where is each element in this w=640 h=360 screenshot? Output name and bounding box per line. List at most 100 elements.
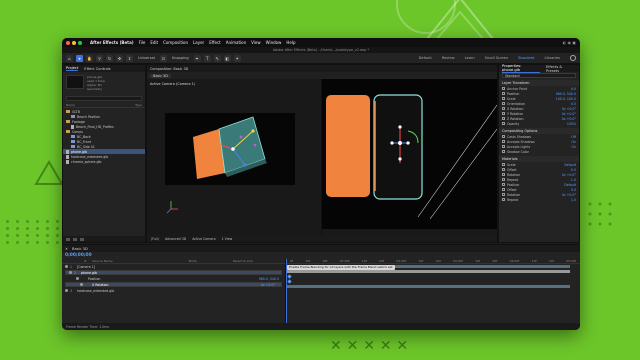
- transform-property-value[interactable]: 100%: [567, 122, 576, 126]
- app-menu[interactable]: After Effects (Beta): [90, 40, 134, 45]
- transform-property-value[interactable]: 0x +0.0°: [562, 107, 576, 111]
- menu-composition[interactable]: Composition: [163, 40, 188, 45]
- dolly-tool-icon[interactable]: ⇕: [126, 54, 133, 62]
- material-property-value[interactable]: 0x +0.0°: [562, 193, 576, 197]
- stopwatch-icon[interactable]: [502, 173, 505, 176]
- stopwatch-icon[interactable]: [502, 198, 505, 201]
- layer-row[interactable]: 1 [Camera 1]: [62, 264, 285, 269]
- column-type[interactable]: Type: [135, 103, 142, 107]
- layer-duration-bar[interactable]: [286, 285, 570, 288]
- top-view[interactable]: Top: [322, 79, 497, 237]
- minimize-window-button[interactable]: [72, 40, 76, 45]
- stamp-tool-icon[interactable]: ◧: [223, 54, 231, 62]
- stopwatch-icon[interactable]: [502, 178, 505, 181]
- transform-property-value[interactable]: 0.0: [571, 87, 576, 91]
- menu-window[interactable]: Window: [266, 40, 282, 45]
- layer-value[interactable]: 960.0, 540.0: [259, 277, 279, 281]
- layer-name[interactable]: [Camera 1]: [77, 265, 95, 269]
- workspace-small-screen[interactable]: Small Screen: [485, 56, 508, 60]
- zoom-window-button[interactable]: [78, 40, 82, 45]
- selection-tool-icon[interactable]: ➤: [76, 54, 83, 62]
- compositing-property-value[interactable]: On: [571, 140, 576, 144]
- menu-view[interactable]: View: [251, 40, 261, 45]
- stopwatch-icon[interactable]: [502, 163, 505, 166]
- stopwatch-icon[interactable]: [502, 117, 505, 120]
- column-parent[interactable]: Parent & Link: [233, 259, 253, 263]
- stopwatch-icon[interactable]: [502, 145, 505, 148]
- column-name[interactable]: Name: [66, 103, 75, 107]
- stopwatch-icon[interactable]: [502, 107, 505, 110]
- stopwatch-icon[interactable]: [502, 135, 505, 138]
- workspace-libraries[interactable]: Libraries: [544, 56, 560, 60]
- material-property-value[interactable]: 0.0: [571, 188, 576, 192]
- layer-row[interactable]: Position 960.0, 540.0: [62, 276, 285, 281]
- layer-value[interactable]: 0x +0.0°: [261, 283, 275, 287]
- timeline-tracks[interactable]: 0f 10f 20f 01:00f 10f 20f 02:00f 10f 20f 03:00f 10…: [286, 259, 580, 323]
- home-icon[interactable]: ⌂: [66, 54, 73, 62]
- stopwatch-icon[interactable]: [502, 150, 505, 153]
- visibility-eye-icon[interactable]: [65, 289, 68, 292]
- tab-effect-controls[interactable]: Effect Controls: [84, 67, 110, 71]
- compositing-property-value[interactable]: On: [571, 145, 576, 149]
- trash-icon[interactable]: [80, 237, 84, 241]
- stopwatch-icon[interactable]: [502, 140, 505, 143]
- layer-name[interactable]: phone.glb: [81, 271, 97, 275]
- material-property-value[interactable]: 0.0: [571, 168, 576, 172]
- new-folder-icon[interactable]: [66, 237, 70, 241]
- stopwatch-icon[interactable]: [502, 168, 505, 171]
- tab-project[interactable]: Project: [66, 66, 79, 71]
- layer-row[interactable]: 3 hardcase_extended.glb: [62, 288, 285, 293]
- pen-tool-icon[interactable]: ✒: [193, 54, 201, 62]
- column-source-name[interactable]: Source Name: [93, 259, 113, 263]
- stopwatch-icon[interactable]: [502, 97, 505, 100]
- comp-breadcrumb[interactable]: Basic 3D: [150, 73, 171, 78]
- tab-timeline-comp[interactable]: Basic 3D: [72, 247, 88, 251]
- material-property-value[interactable]: 1.0: [571, 178, 576, 182]
- tab-composition[interactable]: Composition: Basic 3D: [150, 67, 188, 71]
- stopwatch-icon[interactable]: [502, 193, 505, 196]
- project-search-input[interactable]: [66, 96, 142, 101]
- view-layout-select[interactable]: 1 View: [222, 237, 233, 241]
- menu-help[interactable]: Help: [286, 40, 295, 45]
- material-property-value[interactable]: 1.0: [571, 198, 576, 202]
- visibility-eye-icon[interactable]: [76, 277, 79, 280]
- close-tab-icon[interactable]: ✕: [65, 247, 68, 251]
- transform-property-value[interactable]: 0x +0.0°: [562, 112, 576, 116]
- project-item[interactable]: chrome_sphere.glb: [63, 159, 145, 164]
- visibility-eye-icon[interactable]: [69, 271, 72, 274]
- zoom-select[interactable]: (Full): [151, 237, 159, 241]
- renderer-select[interactable]: Advanced 3D: [165, 237, 186, 241]
- stopwatch-icon[interactable]: [502, 92, 505, 95]
- keyframe-marker[interactable]: [287, 279, 292, 284]
- layer-row[interactable]: 2 phone.glb: [65, 270, 282, 275]
- visibility-eye-icon[interactable]: [65, 265, 68, 268]
- layer-row[interactable]: X Rotation 0x +0.0°: [65, 282, 282, 287]
- material-property-value[interactable]: Default: [564, 183, 576, 187]
- universal-toggle[interactable]: Universal: [138, 56, 155, 60]
- text-tool-icon[interactable]: T: [203, 54, 211, 62]
- layer-name[interactable]: hardcase_extended.glb: [77, 289, 114, 293]
- tab-properties[interactable]: Properties: phone.glb: [502, 64, 540, 73]
- layer-name[interactable]: X Rotation: [92, 283, 109, 287]
- workspace-default[interactable]: Default: [419, 56, 432, 60]
- stopwatch-icon[interactable]: [502, 112, 505, 115]
- zoom-tool-icon[interactable]: ⚲: [96, 54, 103, 62]
- brush-tool-icon[interactable]: ✎: [213, 54, 221, 62]
- transform-property-value[interactable]: 960.0, 540.0: [556, 92, 576, 96]
- workspace-standard[interactable]: Standard: [518, 56, 534, 60]
- orbit-tool-icon[interactable]: ↻: [106, 54, 113, 62]
- stopwatch-icon[interactable]: [502, 122, 505, 125]
- track-row[interactable]: [286, 284, 580, 289]
- column-mode[interactable]: Mode: [189, 259, 197, 263]
- snapping-icon[interactable]: ⊡: [159, 54, 167, 62]
- tab-effects-presets[interactable]: Effects & Presets: [546, 65, 576, 73]
- menu-animation[interactable]: Animation: [226, 40, 246, 45]
- workspace-learn[interactable]: Learn: [465, 56, 475, 60]
- workspace-select[interactable]: Standard: [502, 73, 576, 78]
- pan-tool-icon[interactable]: ✥: [116, 54, 123, 62]
- material-property-value[interactable]: 0x +0.0°: [562, 173, 576, 177]
- stopwatch-icon[interactable]: [502, 183, 505, 186]
- camera-select[interactable]: Active Camera: [192, 237, 215, 241]
- new-comp-icon[interactable]: [73, 237, 77, 241]
- camera-view[interactable]: Active Camera (Camera 1): [147, 79, 322, 237]
